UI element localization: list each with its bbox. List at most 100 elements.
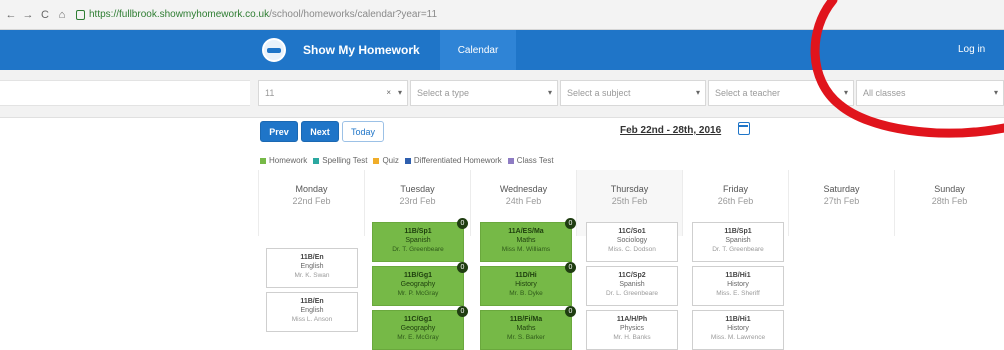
login-link[interactable]: Log in [958,44,985,55]
card-class: 11B/Fi/Ma [509,316,543,323]
forward-icon[interactable]: → [21,8,35,22]
homework-card[interactable]: 11C/Sp2 Spanish Dr. L. Greenbeare [586,266,678,306]
card-teacher: Dr. T. Greenbeare [712,246,764,253]
next-button[interactable]: Next [301,121,339,142]
homework-card[interactable]: 11B/Sp1 Spanish Dr. T. Greenbeare [692,222,784,262]
card-subject: History [515,281,537,288]
legend-swatch [507,157,514,164]
card-subject: Physics [619,325,645,332]
day-header-sunday: Sunday 28th Feb [894,170,1004,236]
chevron-down-icon[interactable]: ▾ [844,88,848,97]
legend-differentiated-homework: Differentiated Homework [404,156,502,165]
homework-card[interactable]: 11A/H/Ph Physics Mr. H. Banks [586,310,678,350]
card-class: 11B/Gg1 [403,272,432,279]
homework-card[interactable]: 0 11C/Gg1 Geography Mr. E. McGray [372,306,468,350]
card-teacher: Mr. H. Banks [613,334,651,341]
comment-count-badge: 0 [565,306,576,317]
homework-card[interactable]: 11B/Hi1 History Miss. E. Sheriff [692,266,784,306]
teacher-select-placeholder: Select a teacher [715,88,781,98]
card-class: 11C/Gg1 [403,316,432,323]
card-subject: History [727,281,749,288]
card-subject: Maths [516,237,536,244]
day-name: Friday [722,184,748,194]
day-date: 25th Feb [611,196,648,206]
homework-card[interactable]: 0 11D/Hi History Mr. B. Dyke [480,262,576,306]
brand-title[interactable]: Show My Homework [303,43,420,57]
homework-card[interactable]: 0 11B/Gg1 Geography Mr. P. McGray [372,262,468,306]
homework-card[interactable]: 11B/Hi1 History Miss. M. Lawrence [692,310,784,350]
homework-card[interactable]: 11B/En English Mr. K. Swan [266,248,358,288]
card-teacher: Mr. K. Swan [294,272,330,279]
calendar-icon[interactable] [738,122,750,135]
legend-homework: Homework [260,156,307,165]
day-name: Sunday [934,184,965,194]
year-select[interactable]: 11 × ▾ [258,80,408,106]
homework-card[interactable]: 0 11A/ES/Ma Maths Miss M. Williams [480,218,576,262]
sidebar-strip [0,80,250,106]
class-select[interactable]: All classes ▾ [856,80,1004,106]
legend-swatch [260,157,266,164]
legend-label: Quiz [382,156,399,165]
legend-spelling-test: Spelling Test [313,156,367,165]
card-teacher: Miss. E. Sheriff [716,290,760,297]
homework-card[interactable]: 0 11B/Fi/Ma Maths Mr. S. Barker [480,306,576,350]
comment-count-badge: 0 [457,306,468,317]
chevron-down-icon[interactable]: ▾ [696,88,700,97]
card-subject: Geography [400,325,436,332]
day-date: 26th Feb [717,196,754,206]
card-subject: Sociology [616,237,648,244]
day-name: Tuesday [400,184,435,194]
home-icon[interactable]: ⌂ [55,8,69,22]
subject-select[interactable]: Select a subject ▾ [560,80,706,106]
card-teacher: Mr. S. Barker [507,334,545,341]
legend-label: Homework [269,156,308,165]
day-date: 22nd Feb [292,196,331,206]
card-subject: Spanish [725,237,751,244]
homework-card[interactable]: 11B/En English Miss L. Anson [266,292,358,332]
card-teacher: Mr. E. McGray [397,334,439,341]
card-subject: History [727,325,749,332]
nav-calendar-tab[interactable]: Calendar [440,30,516,70]
type-select[interactable]: Select a type ▾ [410,80,558,106]
app-header: Show My Homework Calendar Log in [0,30,1004,70]
legend-label: Differentiated Homework [413,156,502,165]
smhw-logo-icon[interactable] [262,38,286,62]
homework-card[interactable]: 0 11B/Sp1 Spanish Dr. T. Greenbeare [372,218,468,262]
card-subject: Spanish [405,237,431,244]
card-class: 11B/Hi1 [725,272,751,279]
card-subject: Maths [516,325,536,332]
date-range-link[interactable]: Feb 22nd - 28th, 2016 [620,125,721,136]
legend-swatch [313,157,320,164]
address-bar[interactable]: https://fullbrook.showmyhomework.co.uk /… [76,9,437,20]
prev-button[interactable]: Prev [260,121,298,142]
card-subject: Spanish [619,281,645,288]
chevron-down-icon[interactable]: ▾ [548,88,552,97]
url-path: /school/homeworks/calendar?year=11 [269,9,438,20]
chevron-down-icon[interactable]: ▾ [994,88,998,97]
class-select-placeholder: All classes [863,88,906,98]
legend-label: Class Test [516,156,554,165]
day-header-saturday: Saturday 27th Feb [788,170,894,236]
card-class: 11C/Sp2 [618,272,646,279]
legend-swatch [404,157,411,164]
reload-icon[interactable]: C [38,8,52,22]
card-teacher: Miss. C. Dodson [608,246,656,253]
teacher-select[interactable]: Select a teacher ▾ [708,80,854,106]
homework-card[interactable]: 11C/So1 Sociology Miss. C. Dodson [586,222,678,262]
card-subject: Geography [400,281,436,288]
card-class: 11B/Sp1 [724,228,752,235]
type-select-placeholder: Select a type [417,88,470,98]
chevron-down-icon[interactable]: ▾ [398,88,402,97]
clear-icon[interactable]: × [386,88,391,97]
day-name: Monday [295,184,328,194]
card-teacher: Dr. T. Greenbeare [392,246,444,253]
legend-quiz: Quiz [373,156,399,165]
card-class: 11B/Sp1 [404,228,432,235]
card-class: 11A/ES/Ma [508,228,544,235]
day-header-monday: Monday 22nd Feb [258,170,364,236]
card-subject: English [300,307,324,314]
day-date: 28th Feb [931,196,968,206]
back-icon[interactable]: ← [4,8,18,22]
day-date: 23rd Feb [399,196,436,206]
today-button[interactable]: Today [342,121,384,142]
